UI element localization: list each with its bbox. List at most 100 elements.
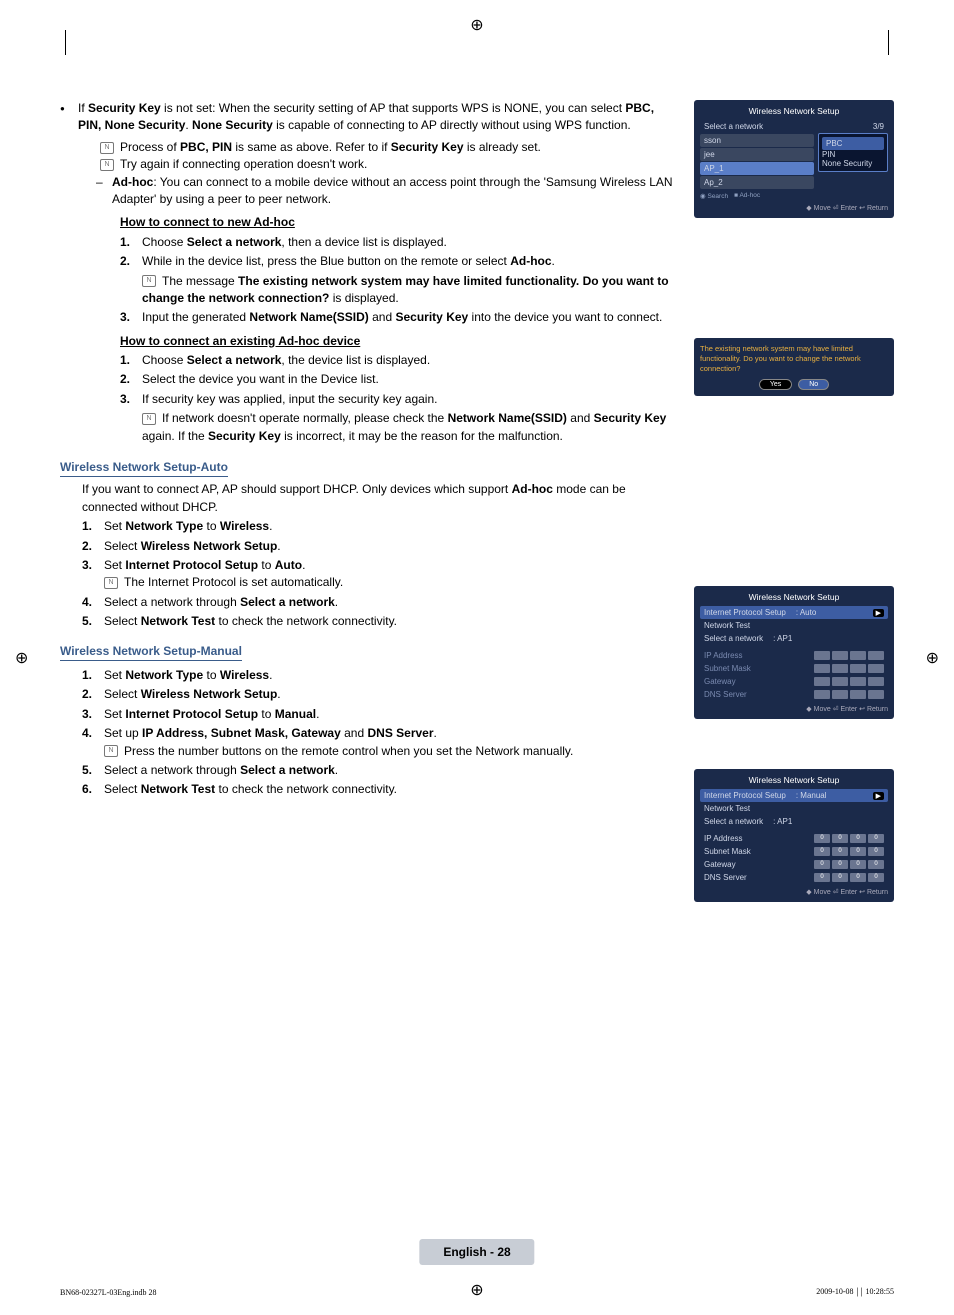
label: IP Address: [704, 834, 743, 843]
text: .: [302, 558, 305, 572]
heading-auto: Wireless Network Setup-Auto: [60, 459, 228, 477]
text-bold: Select a network: [240, 595, 335, 609]
osd-footer: ◆ Move ⏎ Enter ↩ Return: [700, 705, 888, 713]
text-bold: Security Key: [594, 411, 667, 425]
text: and: [369, 310, 396, 324]
osd-title: Wireless Network Setup: [700, 592, 888, 602]
text: .: [277, 687, 280, 701]
text-bold: Auto: [275, 558, 302, 572]
osd-footer: ◆ Move ⏎ Enter ↩ Return: [700, 888, 888, 896]
text-bold: IP Address, Subnet Mask, Gateway: [142, 726, 341, 740]
bullet-security-key: If Security Key is not set: When the sec…: [60, 100, 674, 445]
text-bold: PBC, PIN: [180, 140, 232, 154]
text: , then a device list is displayed.: [281, 235, 446, 249]
osd-setup-manual: Wireless Network Setup Internet Protocol…: [694, 769, 894, 902]
text-bold: Select a network: [187, 353, 282, 367]
ip-octet[interactable]: 0: [832, 873, 848, 882]
list-item-selected: AP_1: [700, 162, 814, 175]
text-bold: Wireless: [220, 668, 269, 682]
text: is same as above. Refer to if: [232, 140, 391, 154]
arrow-right-icon[interactable]: ▶: [873, 792, 884, 800]
arrow-right-icon[interactable]: ▶: [873, 609, 884, 617]
note-icon: N: [142, 275, 156, 287]
doc-filename: BN68-02327L-03Eng.indb 28: [60, 1288, 156, 1297]
popup-item: PIN: [822, 150, 884, 159]
value: : Manual: [786, 791, 873, 800]
osd-title: Wireless Network Setup: [700, 775, 888, 785]
text-bold: Wireless Network Setup: [141, 539, 278, 553]
label: IP Address: [704, 651, 743, 660]
text: The Internet Protocol is set automatical…: [124, 575, 343, 589]
no-button[interactable]: No: [798, 379, 829, 390]
text: to: [258, 558, 275, 572]
text: is not set: When the security setting of…: [161, 101, 626, 115]
text: Select a network through: [104, 763, 240, 777]
text: .: [335, 763, 338, 777]
ip-octet[interactable]: 0: [832, 834, 848, 843]
text: .: [269, 668, 272, 682]
osd-title: Wireless Network Setup: [700, 106, 888, 116]
text: Set: [104, 707, 125, 721]
text: to: [203, 519, 220, 533]
list-item: jee: [700, 148, 814, 161]
text: Choose: [142, 353, 187, 367]
text: .: [316, 707, 319, 721]
text: Press the number buttons on the remote c…: [124, 744, 573, 758]
text: .: [277, 539, 280, 553]
text: If: [78, 101, 88, 115]
sidebar-figures: Wireless Network Setup Select a network3…: [694, 100, 894, 922]
text: If security key was applied, input the s…: [142, 392, 437, 406]
text-bold: Ad-hoc: [512, 482, 553, 496]
ip-octet[interactable]: 0: [814, 860, 830, 869]
text-bold: Select a network: [240, 763, 335, 777]
label: Select a network: [704, 122, 763, 131]
text: is incorrect, it may be the reason for t…: [281, 429, 563, 443]
ip-octet[interactable]: 0: [850, 860, 866, 869]
text-bold: Network Name(SSID): [448, 411, 567, 425]
ip-octet[interactable]: 0: [832, 860, 848, 869]
ip-octet[interactable]: 0: [850, 847, 866, 856]
text: and: [341, 726, 368, 740]
text: .: [434, 726, 437, 740]
text: to check the network connectivity.: [215, 782, 397, 796]
ip-octet[interactable]: 0: [814, 873, 830, 882]
yes-button[interactable]: Yes: [759, 379, 792, 390]
value: : Auto: [786, 608, 873, 617]
text: , the device list is displayed.: [281, 353, 430, 367]
ip-octet[interactable]: 0: [850, 834, 866, 843]
ip-octet[interactable]: 0: [868, 860, 884, 869]
hint-search: Search: [707, 193, 728, 200]
text: and: [567, 411, 594, 425]
text: : You can connect to a mobile device wit…: [112, 175, 673, 206]
text-bold: DNS Server: [367, 726, 433, 740]
text-bold: Manual: [275, 707, 316, 721]
text-bold: Internet Protocol Setup: [125, 707, 258, 721]
text: If you want to connect AP, AP should sup…: [82, 482, 512, 496]
text: .: [552, 254, 555, 268]
note-icon: N: [100, 142, 114, 154]
text: again. If the: [142, 429, 208, 443]
label: Network Test: [704, 621, 750, 630]
heading-exist-adhoc: How to connect an existing Ad-hoc device: [120, 333, 674, 350]
text: Select a network through: [104, 595, 240, 609]
text: While in the device list, press the Blue…: [142, 254, 510, 268]
text: is already set.: [464, 140, 541, 154]
ip-octet[interactable]: 0: [868, 834, 884, 843]
text: Choose: [142, 235, 187, 249]
ip-octet[interactable]: 0: [814, 834, 830, 843]
dialog-message: The existing network system may have lim…: [700, 344, 888, 373]
ip-octet[interactable]: 0: [832, 847, 848, 856]
text-bold: Security Key: [208, 429, 281, 443]
text-bold: Network Test: [141, 782, 215, 796]
label: Internet Protocol Setup: [704, 791, 786, 800]
text: to check the network connectivity.: [215, 614, 397, 628]
ip-octet[interactable]: 0: [868, 873, 884, 882]
text-bold: Ad-hoc: [510, 254, 551, 268]
text: to: [203, 668, 220, 682]
list-item: Ap_2: [700, 176, 814, 189]
heading-new-adhoc: How to connect to new Ad-hoc: [120, 214, 674, 231]
ip-octet[interactable]: 0: [814, 847, 830, 856]
ip-octet[interactable]: 0: [868, 847, 884, 856]
text: Process of: [120, 140, 180, 154]
ip-octet[interactable]: 0: [850, 873, 866, 882]
